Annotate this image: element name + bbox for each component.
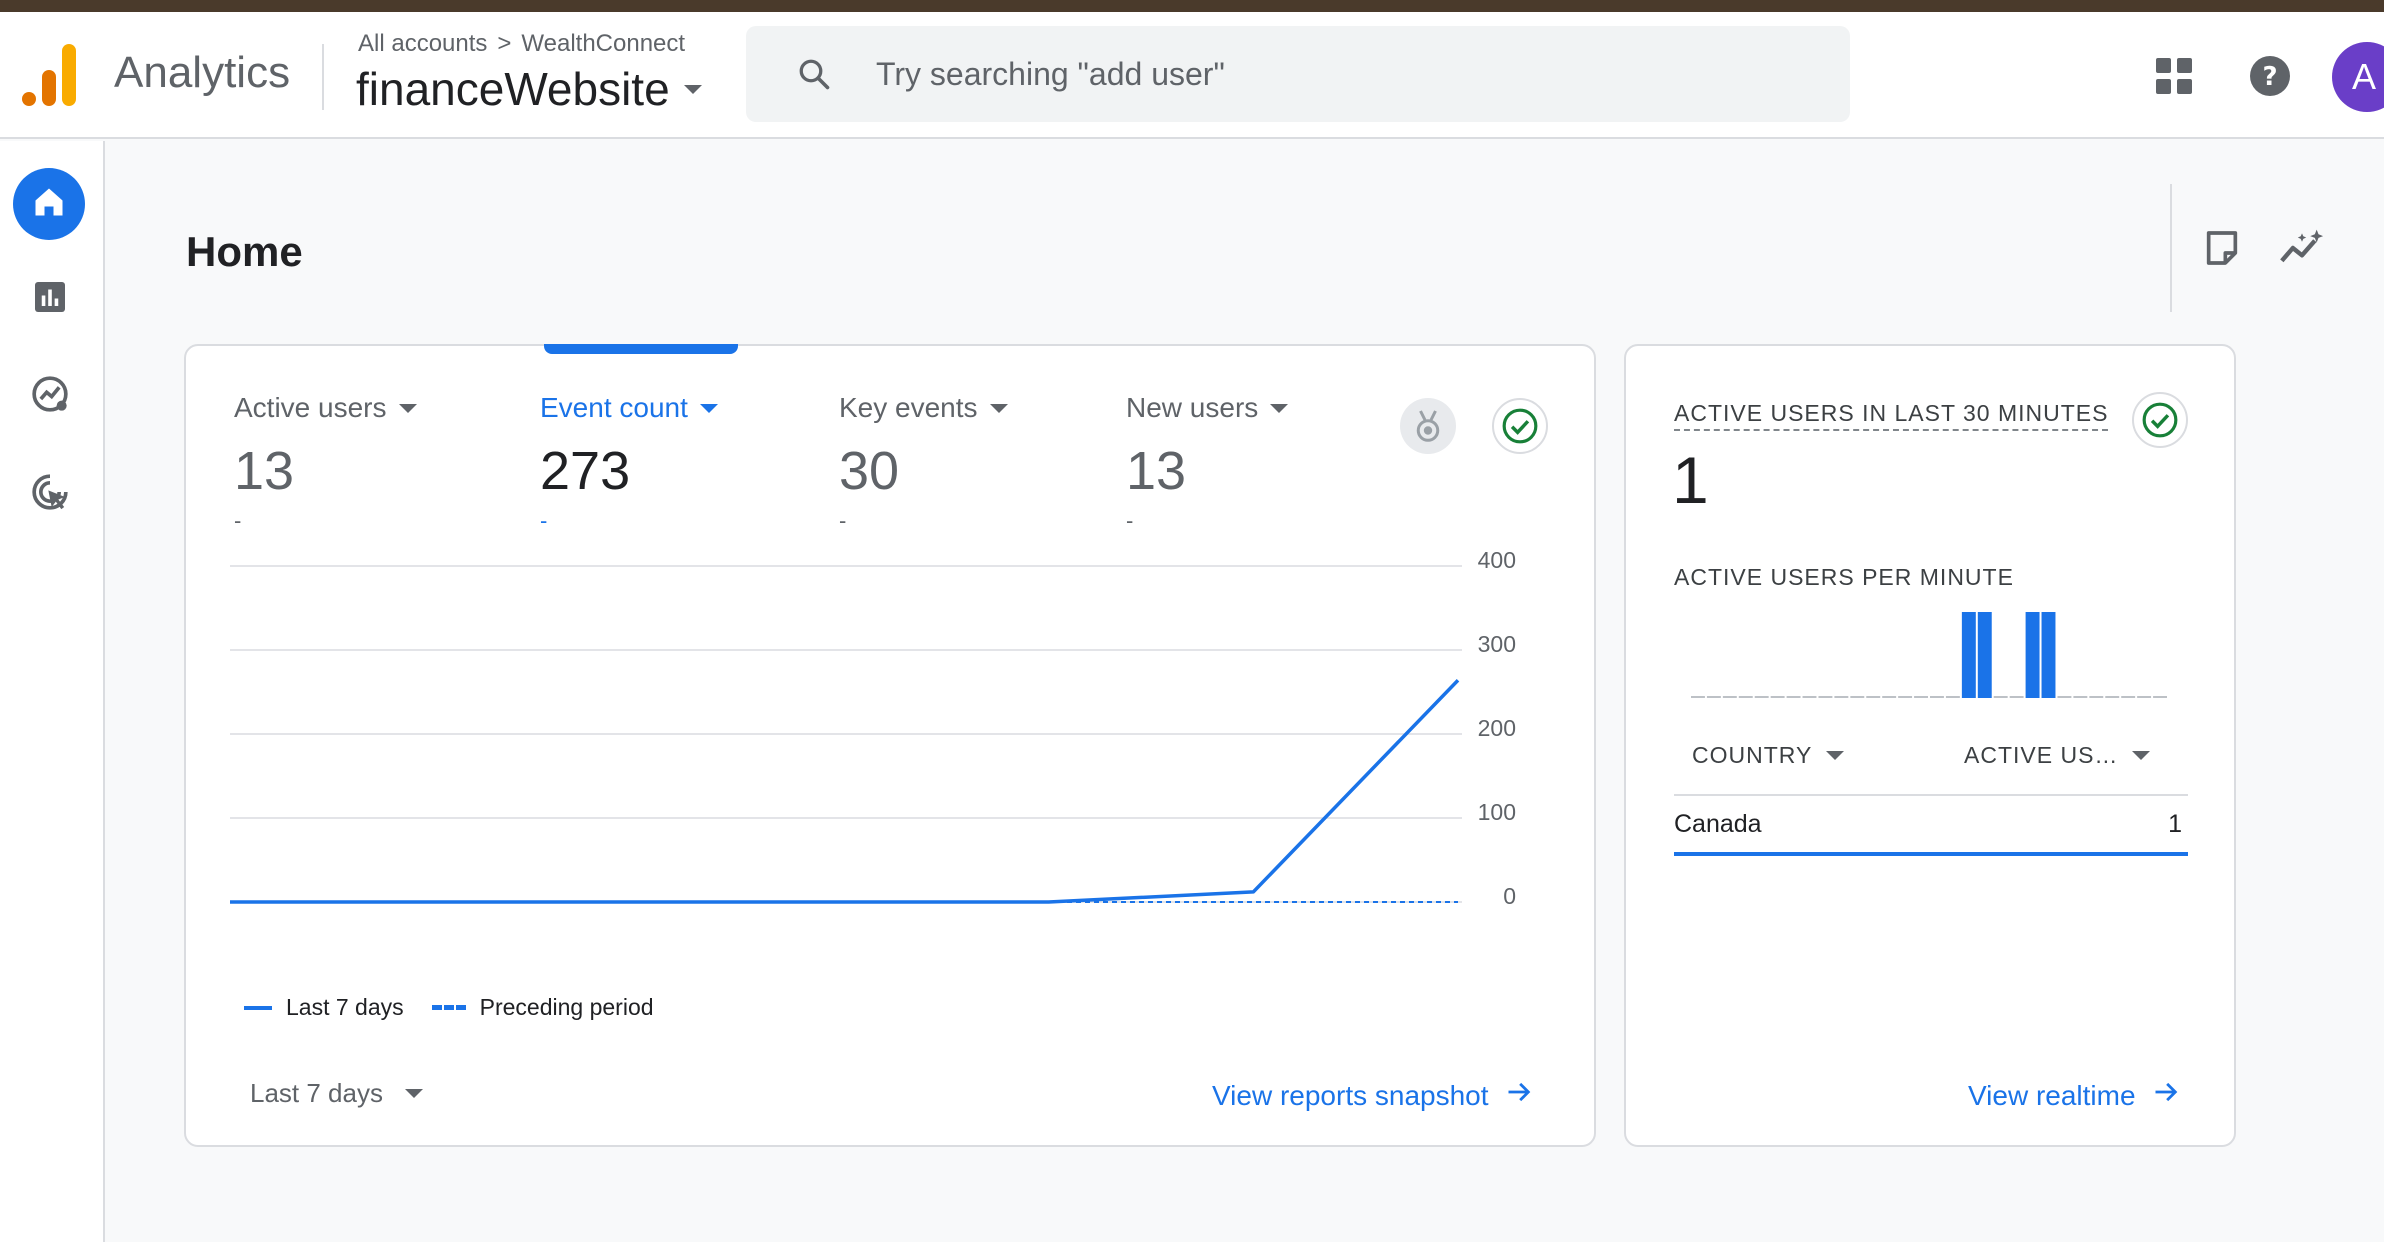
metric-label: Event count [540, 392, 688, 423]
realtime-card: ACTIVE USERS IN LAST 30 MINUTES 1 ACTIVE… [1624, 344, 2236, 1147]
chevron-down-icon [2132, 751, 2151, 760]
chevron-down-icon[interactable] [699, 403, 718, 413]
chevron-down-icon[interactable] [1270, 403, 1289, 413]
arrow-right-icon [1505, 1078, 1533, 1113]
home-icon [31, 184, 67, 225]
per-minute-bar [1961, 612, 1976, 698]
apps-grid-icon[interactable] [2154, 56, 2194, 101]
metric-delta: - [1126, 508, 1134, 533]
check-circle-icon[interactable] [2132, 392, 2188, 448]
chevron-right-icon: > [497, 30, 512, 57]
y-tick-label: 200 [1478, 715, 1516, 741]
view-reports-snapshot-link[interactable]: View reports snapshot [1212, 1078, 1533, 1113]
overview-card: Active users 13 - Event count 273 - Key … [184, 344, 1596, 1147]
y-tick-label: 100 [1478, 799, 1516, 825]
metric-value: 13 [1126, 441, 1187, 501]
series-line-last-7-days [230, 679, 1460, 904]
view-realtime-link[interactable]: View realtime [1968, 1078, 2180, 1113]
table-cell-country: Canada [1674, 810, 1762, 838]
metric-event-count[interactable]: Event count 273 - [540, 392, 718, 534]
event-count-line-chart: 400300200100002Jun030405060708 [230, 547, 1516, 906]
chevron-down-icon [683, 84, 702, 94]
chevron-down-icon [404, 1089, 423, 1098]
per-minute-bar [2041, 612, 2056, 698]
check-circle-icon[interactable] [1492, 398, 1548, 454]
realtime-value: 1 [1672, 443, 1709, 517]
legend-item-label: Last 7 days [286, 994, 404, 1020]
help-icon[interactable]: ? [2248, 54, 2292, 103]
insights-icon[interactable] [2278, 226, 2326, 275]
metric-label: New users [1126, 392, 1259, 423]
page-title: Home [186, 228, 303, 275]
analytics-logo-icon[interactable] [22, 44, 78, 106]
medal-icon[interactable] [1400, 398, 1456, 454]
window-top-strip [0, 0, 2384, 12]
date-range-selector[interactable]: Last 7 days [250, 1078, 423, 1109]
table-header-country[interactable]: COUNTRY [1692, 742, 1845, 769]
explore-icon [30, 374, 70, 419]
date-range-label: Last 7 days [250, 1078, 383, 1108]
toolbar-divider [2170, 184, 2172, 312]
chart-legend: Last 7 days Preceding period [244, 994, 654, 1021]
chevron-down-icon [1826, 751, 1845, 760]
breadcrumb-root[interactable]: All accounts [358, 30, 487, 58]
app-name: Analytics [114, 48, 291, 97]
link-label: View realtime [1968, 1079, 2136, 1111]
top-bar: Analytics All accounts > WealthConnect f… [0, 12, 2384, 139]
metric-delta: - [234, 508, 242, 533]
metric-value: 30 [839, 441, 900, 501]
metric-delta: - [839, 508, 847, 533]
column-header-label: COUNTRY [1692, 742, 1813, 768]
metric-delta: - [540, 508, 548, 533]
per-minute-label: ACTIVE USERS PER MINUTE [1674, 564, 2014, 590]
metric-label: Key events [839, 392, 978, 423]
reports-icon [32, 279, 68, 320]
link-label: View reports snapshot [1212, 1079, 1489, 1111]
metric-label: Active users [234, 392, 387, 423]
metric-value: 13 [234, 441, 295, 501]
metric-active-users[interactable]: Active users 13 - [234, 392, 417, 534]
nav-home[interactable] [13, 168, 85, 240]
chevron-down-icon[interactable] [398, 403, 417, 413]
arrow-right-icon [2152, 1078, 2180, 1113]
search-placeholder: Try searching "add user" [876, 56, 1225, 92]
column-header-label: ACTIVE US… [1964, 742, 2119, 768]
chevron-down-icon[interactable] [989, 403, 1008, 413]
legend-swatch-solid [244, 1005, 272, 1010]
avatar[interactable]: A [2332, 42, 2384, 112]
notes-icon[interactable] [2202, 228, 2242, 273]
table-header-active-users[interactable]: ACTIVE US… [1964, 742, 2151, 769]
header-divider [322, 44, 324, 110]
metric-key-events[interactable]: Key events 30 - [839, 392, 1008, 534]
nav-reports[interactable] [28, 277, 72, 321]
search-bar[interactable]: Try searching "add user" [746, 26, 1850, 122]
search-icon [796, 56, 832, 97]
legend-item-label: Preceding period [479, 994, 654, 1020]
metric-value: 273 [540, 441, 631, 501]
nav-advertising[interactable] [28, 472, 72, 516]
property-selector[interactable]: financeWebsite [356, 62, 702, 116]
per-minute-bar [2025, 612, 2040, 698]
legend-swatch-dashed [431, 1005, 466, 1010]
selected-metric-indicator [544, 344, 738, 354]
breadcrumb[interactable]: All accounts > WealthConnect [358, 30, 685, 58]
side-nav [0, 141, 105, 1242]
y-tick-label: 0 [1503, 883, 1516, 906]
nav-explore[interactable] [28, 374, 72, 418]
per-minute-bar-chart [1691, 612, 2167, 698]
property-name: financeWebsite [356, 63, 670, 115]
table-cell-active-users: 1 [2168, 810, 2182, 838]
realtime-title[interactable]: ACTIVE USERS IN LAST 30 MINUTES [1674, 400, 2109, 431]
y-tick-label: 400 [1478, 547, 1516, 573]
y-tick-label: 300 [1478, 631, 1516, 657]
breadcrumb-account[interactable]: WealthConnect [521, 30, 685, 58]
table-row-proportion-bar [1674, 852, 2188, 856]
per-minute-bar [1977, 612, 1992, 698]
advertising-icon [30, 472, 70, 517]
table-header-divider [1674, 794, 2188, 796]
svg-text:?: ? [2262, 62, 2277, 92]
metric-new-users[interactable]: New users 13 - [1126, 392, 1289, 534]
